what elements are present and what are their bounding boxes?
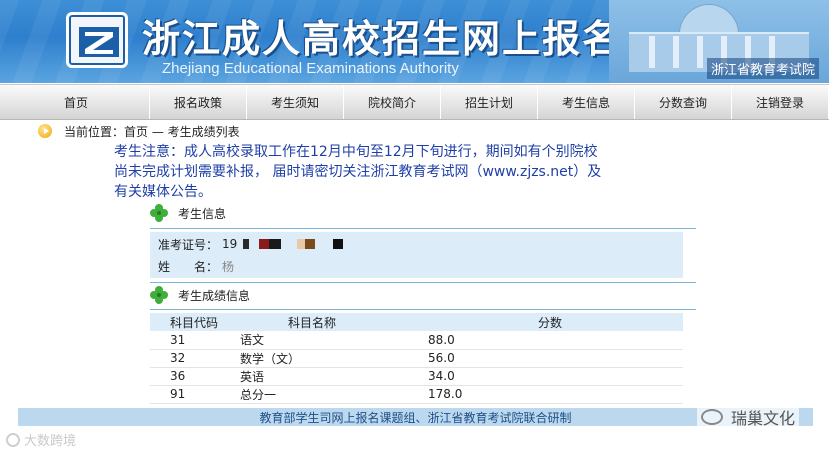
- table-row: 91 总分一 178.0: [150, 385, 683, 404]
- breadcrumb: 当前位置：首页 — 考生成绩列表: [38, 123, 240, 139]
- banner-subtitle: Zhejiang Educational Examinations Author…: [162, 60, 459, 77]
- score-table-header: 科目代码 科目名称 分数: [150, 313, 683, 331]
- candidate-info-heading: 考生信息: [150, 202, 226, 224]
- candidate-info-title: 考生信息: [178, 206, 227, 221]
- candidate-name-label: 姓 名：: [158, 259, 219, 274]
- logo-mark-icon: [79, 27, 119, 57]
- section-divider: [150, 228, 696, 229]
- banner-title: 浙江成人高校招生网上报名: [142, 16, 623, 61]
- main-nav: 首页 报名政策 考生须知 院校简介 招生计划 考生信息 分数查询 注销登录: [0, 84, 829, 120]
- watermark-left-text: 大数跨境: [24, 434, 77, 449]
- subject-score: 56.0: [428, 349, 683, 368]
- subject-code: 36: [150, 367, 238, 386]
- wechat-icon: [700, 409, 723, 425]
- site-logo[interactable]: [66, 12, 128, 68]
- subject-name: 英语: [238, 367, 428, 386]
- clover-icon: [150, 286, 168, 304]
- nav-home[interactable]: 首页: [0, 85, 150, 119]
- subject-score: 88.0: [428, 331, 683, 350]
- candidate-name-row: 姓 名： 杨: [158, 257, 234, 275]
- nav-logout[interactable]: 注销登录: [732, 85, 829, 119]
- table-row: 31 语文 88.0: [150, 331, 683, 350]
- table-row: 32 数学（文） 56.0: [150, 349, 683, 368]
- breadcrumb-text: 当前位置：首页 — 考生成绩列表: [64, 124, 240, 139]
- candidate-name-value: 杨: [222, 259, 235, 274]
- watermark-left: 大数跨境: [6, 430, 76, 449]
- candidate-info-panel: 准考证号： 19 姓 名： 杨: [150, 232, 683, 278]
- nav-college-intro[interactable]: 院校简介: [344, 85, 441, 119]
- score-table: 科目代码 科目名称 分数 31 语文 88.0 32 数学（文） 56.0 36…: [150, 313, 683, 404]
- redaction-mark: [297, 239, 306, 249]
- exam-number-label: 准考证号：: [158, 237, 219, 252]
- site-banner: 浙江成人高校招生网上报名 Zhejiang Educational Examin…: [0, 0, 829, 83]
- clover-icon: [150, 204, 168, 222]
- section-divider: [150, 309, 696, 310]
- subject-code: 31: [150, 331, 238, 350]
- watermark-right: 瑞巢文化: [696, 405, 799, 429]
- nav-enrollment-plan[interactable]: 招生计划: [441, 85, 538, 119]
- banner-org-name: 浙江省教育考试院: [706, 58, 819, 79]
- subject-name: 总分一: [238, 385, 428, 404]
- admission-notice: 考生注意：成人高校录取工作在12月中旬至12月下旬进行，期间如有个别院校 尚未完…: [114, 144, 602, 200]
- score-info-title: 考生成绩信息: [178, 288, 251, 303]
- exam-number-row: 准考证号： 19: [158, 235, 344, 253]
- table-row: 36 英语 34.0: [150, 367, 683, 386]
- subject-name: 数学（文）: [238, 349, 428, 368]
- redaction-mark: [243, 239, 250, 249]
- col-subject-code: 科目代码: [150, 313, 238, 331]
- page-footer: 教育部学生司网上报名课题组、浙江省教育考试院联合研制: [18, 408, 813, 426]
- exam-number-value: 19: [222, 237, 238, 251]
- col-subject-name: 科目名称: [238, 313, 428, 331]
- subject-code: 91: [150, 385, 238, 404]
- watermark-right-text: 瑞巢文化: [730, 409, 795, 428]
- section-divider: [150, 282, 696, 283]
- nav-policy[interactable]: 报名政策: [150, 85, 247, 119]
- subject-code: 32: [150, 349, 238, 368]
- redaction-mark: [269, 239, 282, 249]
- col-score: 分数: [428, 313, 683, 331]
- nav-candidate-notice[interactable]: 考生须知: [247, 85, 344, 119]
- score-info-heading: 考生成绩信息: [150, 284, 250, 306]
- subject-score: 178.0: [428, 385, 683, 404]
- redaction-mark: [305, 239, 316, 249]
- nav-candidate-info[interactable]: 考生信息: [538, 85, 635, 119]
- nav-score-query[interactable]: 分数查询: [635, 85, 732, 119]
- subject-score: 34.0: [428, 367, 683, 386]
- arrow-right-icon: [38, 124, 52, 138]
- subject-name: 语文: [238, 331, 428, 350]
- redaction-mark: [259, 239, 270, 249]
- watermark-logo-icon: [6, 432, 20, 447]
- redaction-mark: [333, 239, 344, 249]
